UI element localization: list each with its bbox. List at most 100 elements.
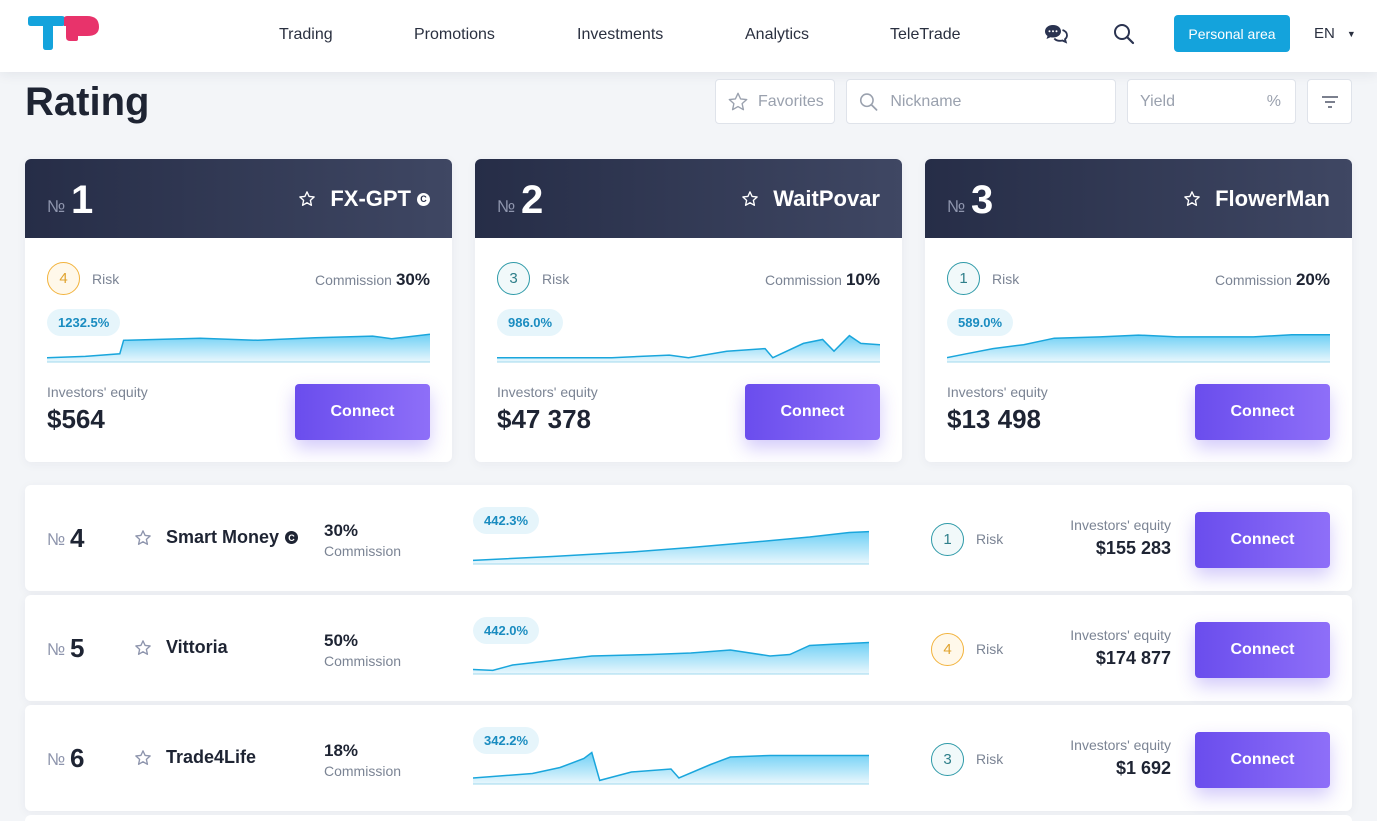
card-header: № 1 FX-GPT C [25, 159, 452, 238]
risk-label: Risk [976, 641, 1004, 657]
nav-teletrade[interactable]: TeleTrade [890, 26, 961, 44]
trader-name-wrap: Trade4Life [166, 747, 256, 768]
yield-filter: % [1127, 79, 1296, 124]
risk-level: 3 [497, 262, 530, 295]
caret-down-icon: ▼ [1346, 28, 1356, 39]
commission-label: Commission [324, 543, 402, 559]
verified-badge-icon: C [417, 192, 430, 206]
trader-row: № 6 Trade4Life 18% Commission 342.2% 3 R… [25, 705, 1352, 811]
connect-button[interactable]: Connect [1195, 732, 1330, 788]
top-trader-card: № 3 FlowerMan 1 Risk Commission 20% 589.0… [925, 159, 1352, 462]
nav-trading[interactable]: Trading [279, 26, 333, 44]
rank-symbol: № [497, 197, 516, 216]
star-icon[interactable] [741, 190, 759, 208]
personal-area-button[interactable]: Personal area [1174, 15, 1290, 52]
commission: Commission 30% [315, 270, 430, 290]
nav-investments[interactable]: Investments [577, 26, 663, 44]
trader-name[interactable]: Trade4Life [166, 747, 256, 768]
next-row-peek [25, 815, 1352, 821]
star-icon[interactable] [298, 190, 316, 208]
risk-label: Risk [92, 271, 120, 287]
nickname-input[interactable] [890, 92, 1115, 111]
equity-value: $13 498 [947, 404, 1041, 434]
commission-label: Commission [324, 653, 402, 669]
top-trader-card: № 2 WaitPovar 3 Risk Commission 10% 986.0… [475, 159, 902, 462]
trader-name[interactable]: WaitPovar [773, 186, 880, 212]
commission-value: 50% [324, 631, 359, 650]
trader-row: № 5 Vittoria 50% Commission 442.0% 4 Ris… [25, 595, 1352, 701]
equity-value: $564 [47, 404, 105, 434]
yield-badge: 442.3% [473, 507, 540, 534]
trader-name[interactable]: Vittoria [166, 637, 228, 658]
risk-label: Risk [992, 271, 1020, 287]
equity-label: Investors' equity [947, 384, 1048, 400]
commission-label: Commission [324, 763, 402, 779]
nickname-search [846, 79, 1116, 124]
equity-label: Investors' equity [1070, 737, 1171, 753]
chat-icon[interactable] [1042, 20, 1070, 48]
trader-name-wrap: FlowerMan [1183, 186, 1330, 212]
connect-button[interactable]: Connect [295, 384, 430, 440]
yield-input[interactable] [1140, 92, 1267, 111]
trader-name[interactable]: FlowerMan [1215, 186, 1330, 212]
trader-name[interactable]: Smart Money [166, 527, 279, 548]
yield-badge: 1232.5% [47, 309, 121, 336]
commission: Commission 20% [1215, 270, 1330, 290]
favorites-filter[interactable]: Favorites [715, 79, 835, 124]
equity-label: Investors' equity [497, 384, 598, 400]
yield-badge: 589.0% [947, 309, 1014, 336]
risk-label: Risk [542, 271, 570, 287]
yield-badge: 986.0% [497, 309, 564, 336]
sparkline-area [47, 334, 430, 362]
commission-value: 20% [1295, 270, 1330, 289]
commission: Commission 10% [765, 270, 880, 290]
top-header: Trading Promotions Investments Analytics… [0, 0, 1377, 72]
teletrade-logo[interactable] [26, 15, 100, 51]
risk-label: Risk [976, 531, 1004, 547]
star-icon [728, 92, 748, 110]
commission-label: Commission [764, 272, 842, 288]
filter-settings-button[interactable] [1307, 79, 1352, 124]
equity-value: $174 877 [1095, 648, 1171, 668]
trader-name[interactable]: FX-GPT [330, 186, 411, 212]
star-icon[interactable] [134, 529, 152, 547]
commission-label: Commission [1214, 272, 1292, 288]
rank-symbol: № [947, 197, 966, 216]
connect-button[interactable]: Connect [1195, 384, 1330, 440]
favorites-label: Favorites [758, 92, 824, 110]
equity-label: Investors' equity [1070, 517, 1171, 533]
nav-analytics[interactable]: Analytics [745, 26, 809, 44]
rank-number: 6 [70, 743, 85, 773]
commission-value: 30% [395, 270, 430, 289]
connect-button[interactable]: Connect [1195, 622, 1330, 678]
commission-value: 30% [324, 521, 359, 540]
sparkline-area [947, 334, 1330, 362]
star-icon[interactable] [134, 639, 152, 657]
risk-level: 4 [47, 262, 80, 295]
equity-label: Investors' equity [1070, 627, 1171, 643]
search-icon [859, 92, 878, 111]
equity-value: $1 692 [1115, 758, 1171, 778]
rank-number: 4 [70, 523, 85, 553]
rank-number: 3 [971, 178, 994, 222]
connect-button[interactable]: Connect [745, 384, 880, 440]
rank-number: 2 [521, 178, 544, 222]
filter-lines-icon [1321, 95, 1338, 108]
equity-value: $155 283 [1095, 538, 1171, 558]
risk-label: Risk [976, 751, 1004, 767]
language-selector[interactable]: EN ▼ [1314, 25, 1356, 42]
search-icon[interactable] [1110, 20, 1138, 48]
rank-symbol: № [47, 530, 66, 549]
connect-button[interactable]: Connect [1195, 512, 1330, 568]
star-icon[interactable] [134, 749, 152, 767]
rank-symbol: № [47, 197, 66, 216]
rank-symbol: № [47, 640, 66, 659]
nav-promotions[interactable]: Promotions [414, 26, 495, 44]
language-label: EN [1314, 25, 1335, 42]
card-header: № 2 WaitPovar [475, 159, 902, 238]
rank-number: 5 [70, 633, 85, 663]
trader-row: № 4 Smart Money C 30% Commission 442.3% … [25, 485, 1352, 591]
risk-level: 1 [947, 262, 980, 295]
commission-value: 10% [845, 270, 880, 289]
star-icon[interactable] [1183, 190, 1201, 208]
